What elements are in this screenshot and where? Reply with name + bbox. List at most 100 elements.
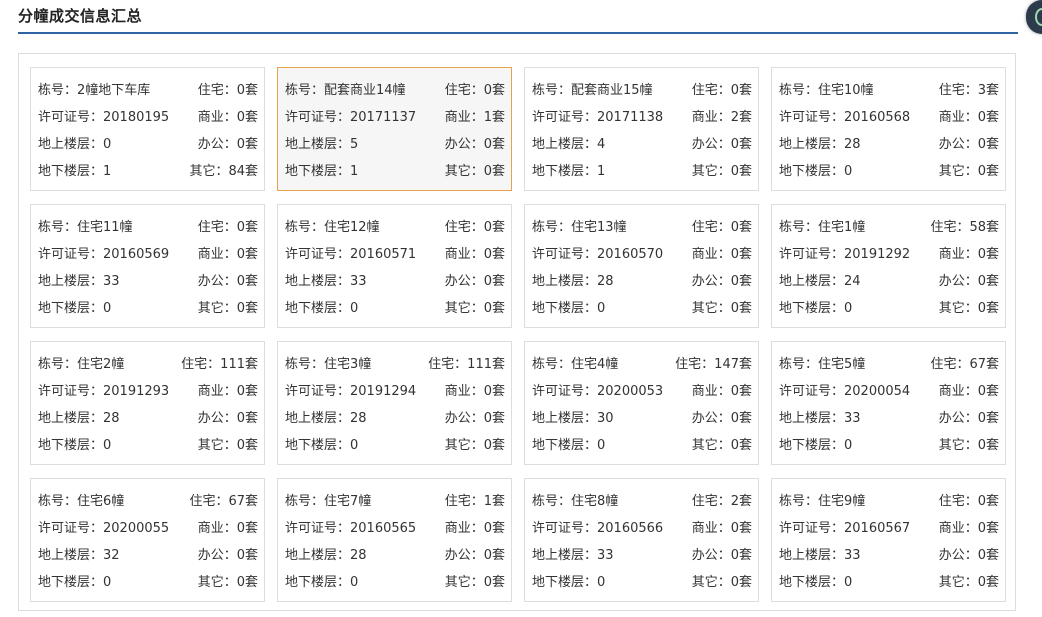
permit-number: 许可证号：20191294 [285, 384, 417, 399]
card-row: 栋号：住宅6幢 住宅：67套 [38, 486, 258, 513]
building-card[interactable]: 栋号：住宅8幢 住宅：2套 许可证号：20160566 商业：0套 地上楼层：33 办… [524, 478, 759, 602]
other-count: 其它：0套 [691, 164, 752, 179]
card-row: 栋号：住宅13幢 住宅：0套 [532, 212, 752, 239]
office-count: 办公：0套 [444, 137, 505, 152]
card-row: 栋号：住宅4幢 住宅：147套 [532, 349, 752, 376]
permit-number: 许可证号：20160567 [779, 521, 911, 536]
building-number: 栋号：配套商业15幢 [532, 83, 653, 98]
commercial-count: 商业：0套 [938, 521, 999, 536]
building-card[interactable]: 栋号：住宅13幢 住宅：0套 许可证号：20160570 商业：0套 地上楼层：28… [524, 204, 759, 328]
building-card[interactable]: 栋号：2幢地下车库 住宅：0套 许可证号：20180195 商业：0套 地上楼层：0… [30, 67, 265, 191]
card-row: 栋号：住宅10幢 住宅：3套 [779, 75, 999, 102]
building-number: 栋号：住宅11幢 [38, 220, 133, 235]
residential-count: 住宅：2套 [691, 494, 752, 509]
commercial-count: 商业：0套 [197, 247, 258, 262]
other-count: 其它：0套 [444, 575, 505, 590]
office-count: 办公：0套 [691, 274, 752, 289]
building-number: 栋号：住宅10幢 [779, 83, 874, 98]
building-card[interactable]: 栋号：住宅2幢 住宅：111套 许可证号：20191293 商业：0套 地上楼层：2… [30, 341, 265, 465]
office-count: 办公：0套 [938, 137, 999, 152]
floors-below: 地下楼层：0 [532, 575, 606, 590]
other-count: 其它：0套 [938, 164, 999, 179]
floors-below: 地下楼层：0 [532, 301, 606, 316]
card-row: 地上楼层：28 办公：0套 [779, 129, 999, 156]
card-row: 栋号：住宅7幢 住宅：1套 [285, 486, 505, 513]
commercial-count: 商业：0套 [691, 384, 752, 399]
floating-widget-button[interactable] [1026, 0, 1042, 34]
building-card[interactable]: 栋号：住宅6幢 住宅：67套 许可证号：20200055 商业：0套 地上楼层：32… [30, 478, 265, 602]
commercial-count: 商业：0套 [444, 521, 505, 536]
permit-number: 许可证号：20160566 [532, 521, 664, 536]
card-row: 地上楼层：33 办公：0套 [38, 266, 258, 293]
building-card[interactable]: 栋号：配套商业15幢 住宅：0套 许可证号：20171138 商业：2套 地上楼层：… [524, 67, 759, 191]
card-row: 许可证号：20160568 商业：0套 [779, 102, 999, 129]
card-row: 许可证号：20160570 商业：0套 [532, 239, 752, 266]
card-row: 许可证号：20191294 商业：0套 [285, 376, 505, 403]
card-row: 栋号：住宅1幢 住宅：58套 [779, 212, 999, 239]
permit-number: 许可证号：20200053 [532, 384, 664, 399]
card-row: 许可证号：20160566 商业：0套 [532, 513, 752, 540]
floors-above: 地上楼层：33 [779, 548, 861, 563]
floors-below: 地下楼层：1 [285, 164, 359, 179]
building-number: 栋号：配套商业14幢 [285, 83, 406, 98]
residential-count: 住宅：0套 [691, 220, 752, 235]
residential-count: 住宅：0套 [938, 494, 999, 509]
building-card[interactable]: 栋号：住宅1幢 住宅：58套 许可证号：20191292 商业：0套 地上楼层：24… [771, 204, 1006, 328]
residential-count: 住宅：3套 [938, 83, 999, 98]
floors-above: 地上楼层：5 [285, 137, 359, 152]
office-count: 办公：0套 [444, 411, 505, 426]
permit-number: 许可证号：20160569 [38, 247, 170, 262]
card-row: 许可证号：20160571 商业：0套 [285, 239, 505, 266]
office-count: 办公：0套 [197, 274, 258, 289]
commercial-count: 商业：2套 [691, 110, 752, 125]
floors-below: 地下楼层：1 [38, 164, 112, 179]
card-row: 地上楼层：28 办公：0套 [38, 403, 258, 430]
building-card[interactable]: 栋号：住宅5幢 住宅：67套 许可证号：20200054 商业：0套 地上楼层：33… [771, 341, 1006, 465]
office-count: 办公：0套 [691, 411, 752, 426]
card-row: 地下楼层：0 其它：0套 [38, 567, 258, 594]
building-card-hovered[interactable]: 栋号：配套商业14幢 住宅：0套 许可证号：20171137 商业：1套 地上楼层：… [277, 67, 512, 191]
card-row: 许可证号：20200054 商业：0套 [779, 376, 999, 403]
office-count: 办公：0套 [197, 411, 258, 426]
card-row: 地下楼层：0 其它：0套 [779, 567, 999, 594]
card-row: 地上楼层：24 办公：0套 [779, 266, 999, 293]
card-row: 地上楼层：5 办公：0套 [285, 129, 505, 156]
building-card[interactable]: 栋号：住宅11幢 住宅：0套 许可证号：20160569 商业：0套 地上楼层：33… [30, 204, 265, 328]
card-row: 地下楼层：0 其它：0套 [38, 430, 258, 457]
other-count: 其它：0套 [938, 438, 999, 453]
card-row: 地下楼层：0 其它：0套 [779, 293, 999, 320]
building-card[interactable]: 栋号：住宅3幢 住宅：111套 许可证号：20191294 商业：0套 地上楼层：2… [277, 341, 512, 465]
card-row: 地下楼层：0 其它：0套 [532, 567, 752, 594]
card-row: 许可证号：20171137 商业：1套 [285, 102, 505, 129]
building-number: 栋号：住宅6幢 [38, 494, 125, 509]
floors-below: 地下楼层：0 [779, 164, 853, 179]
card-row: 地下楼层：0 其它：0套 [38, 293, 258, 320]
building-card[interactable]: 栋号：住宅7幢 住宅：1套 许可证号：20160565 商业：0套 地上楼层：28 办… [277, 478, 512, 602]
residential-count: 住宅：0套 [691, 83, 752, 98]
other-count: 其它：0套 [444, 301, 505, 316]
permit-number: 许可证号：20171138 [532, 110, 664, 125]
refresh-icon [1035, 8, 1042, 26]
building-card[interactable]: 栋号：住宅12幢 住宅：0套 许可证号：20160571 商业：0套 地上楼层：33… [277, 204, 512, 328]
commercial-count: 商业：0套 [938, 247, 999, 262]
commercial-count: 商业：0套 [197, 110, 258, 125]
permit-number: 许可证号：20180195 [38, 110, 170, 125]
building-card[interactable]: 栋号：住宅4幢 住宅：147套 许可证号：20200053 商业：0套 地上楼层：3… [524, 341, 759, 465]
card-row: 栋号：住宅9幢 住宅：0套 [779, 486, 999, 513]
building-card[interactable]: 栋号：住宅10幢 住宅：3套 许可证号：20160568 商业：0套 地上楼层：28… [771, 67, 1006, 191]
floors-below: 地下楼层：0 [285, 301, 359, 316]
building-grid: 栋号：2幢地下车库 住宅：0套 许可证号：20180195 商业：0套 地上楼层：0… [30, 67, 1006, 602]
section-header: 分幢成交信息汇总 [18, 0, 1018, 34]
floors-above: 地上楼层：28 [38, 411, 120, 426]
card-row: 地下楼层：0 其它：0套 [285, 430, 505, 457]
card-row: 许可证号：20160567 商业：0套 [779, 513, 999, 540]
floors-above: 地上楼层：0 [38, 137, 112, 152]
card-row: 栋号：住宅11幢 住宅：0套 [38, 212, 258, 239]
card-row: 地上楼层：33 办公：0套 [285, 266, 505, 293]
commercial-count: 商业：0套 [691, 247, 752, 262]
other-count: 其它：0套 [197, 301, 258, 316]
card-row: 地下楼层：0 其它：0套 [532, 293, 752, 320]
permit-number: 许可证号：20171137 [285, 110, 417, 125]
building-card[interactable]: 栋号：住宅9幢 住宅：0套 许可证号：20160567 商业：0套 地上楼层：33 办… [771, 478, 1006, 602]
residential-count: 住宅：67套 [930, 357, 999, 372]
